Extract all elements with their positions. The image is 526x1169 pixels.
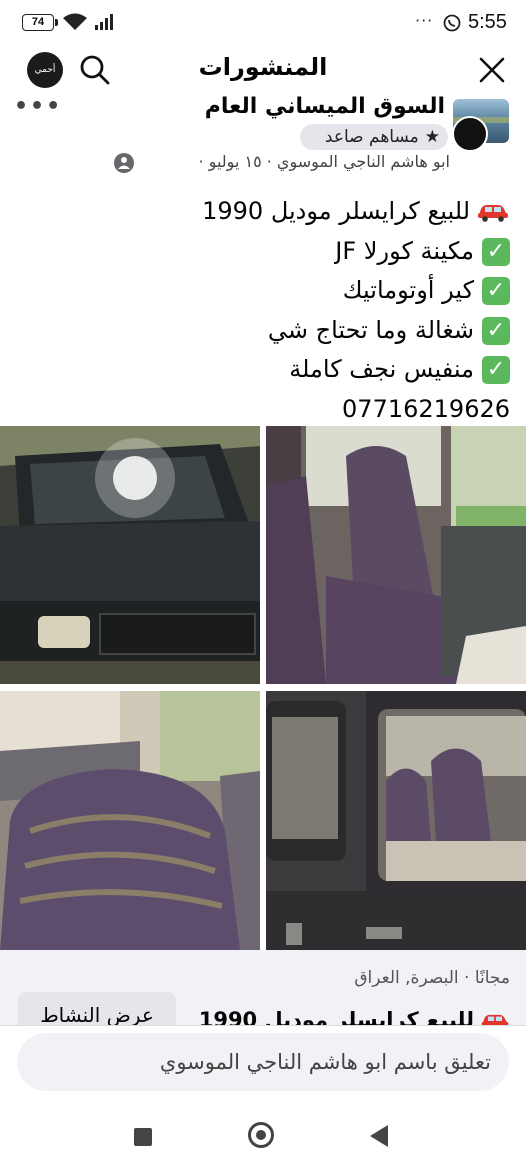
listing-title-text: للبيع كرايسلر موديل 1990 [200,1008,474,1025]
whatsapp-icon [443,14,461,32]
listing-strip[interactable]: مجانًا · البصرة, العراق للبيع كرايسلر مو… [0,950,526,1025]
photo-truck-front[interactable] [0,426,260,684]
photo-grid [0,426,526,950]
post-line-text: مكينة كورلا JF [335,236,474,265]
search-icon[interactable] [78,53,112,87]
listing-title: للبيع كرايسلر موديل 1990 [200,1006,510,1025]
phone-number[interactable]: 07716219626 [0,390,526,430]
post-body: للبيع كرايسلر موديل 1990 ✓ مكينة كورلا JF… [0,192,526,429]
recents-icon[interactable] [134,1128,152,1146]
photo-headrest[interactable] [0,691,260,950]
clock: 5:55 [468,11,507,33]
post-line: للبيع كرايسلر موديل 1990 [0,192,526,232]
post-header: السوق الميساني العام ★مساهم صاعد ابو هاش… [0,94,526,180]
wifi-icon [63,13,87,30]
car-icon [478,205,508,222]
check-icon: ✓ [482,277,510,305]
car-icon [481,1014,509,1025]
photo-front-seats[interactable] [266,426,526,684]
post-line-text: منفيس نجف كاملة [289,355,474,383]
post-line-text: للبيع كرايسلر موديل 1990 [202,197,470,225]
system-nav-bar [0,1113,526,1169]
home-icon[interactable] [248,1122,274,1148]
back-icon[interactable] [370,1125,388,1147]
battery-icon: 74 [22,14,58,31]
status-bar: 74 ··· 5:55 [0,0,526,44]
check-icon: ✓ [482,316,510,345]
profile-avatar[interactable]: أحمي [27,52,63,88]
comment-composer: تعليق باسم ابو هاشم الناجي الموسوي [0,1025,526,1114]
post-line: ✓ كير أوتوماتيك [0,271,526,311]
photo-side-window[interactable] [266,691,526,950]
author-avatar[interactable] [452,116,488,152]
avatar-text: أحمي [34,65,56,75]
post-line: ✓ شغالة وما تحتاج شي [0,311,526,351]
post-line-text: شغالة وما تحتاج شي [267,315,474,344]
listing-location: مجانًا · البصرة, العراق [354,968,510,988]
star-icon: ★ [424,127,440,147]
page-title: المنشورات [198,53,328,81]
signal-icon [95,14,113,30]
view-activity-button[interactable]: عرض النشاط [18,992,176,1025]
post-line: ✓ منفيس نجف كاملة [0,350,526,390]
author-line[interactable]: ابو هاشم الناجي الموسوي · ١٥ يوليو · [110,152,450,171]
audience-globe-icon [114,153,134,173]
contributor-badge: ★مساهم صاعد [300,124,448,150]
post-line: ✓ مكينة كورلا JF [0,232,526,272]
group-name[interactable]: السوق الميساني العام [200,94,445,119]
comment-input[interactable]: تعليق باسم ابو هاشم الناجي الموسوي [17,1033,509,1091]
badge-label: مساهم صاعد [324,127,419,147]
post-line-text: كير أوتوماتيك [342,276,474,304]
check-icon: ✓ [482,237,510,266]
battery-level: 74 [31,16,45,28]
phone-number-text: 07716219626 [342,394,510,423]
close-icon[interactable] [476,54,508,86]
check-icon: ✓ [482,356,510,384]
status-more-dots: ··· [415,11,434,30]
top-bar: المنشورات أحمي [0,44,526,94]
post-more-button[interactable]: ••• [14,94,62,119]
